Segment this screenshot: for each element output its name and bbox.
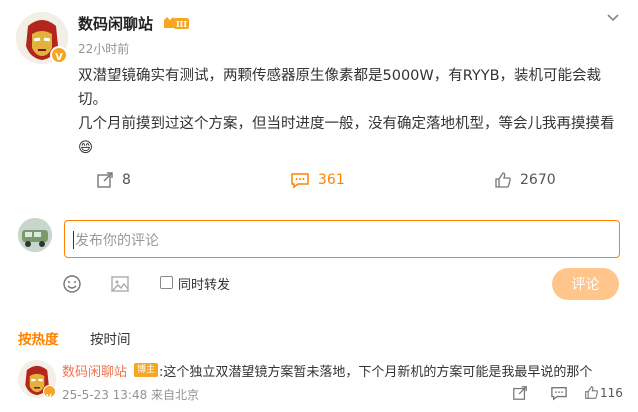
comment-input[interactable]: 发布你的评论 <box>64 220 620 258</box>
emoji-icon[interactable] <box>62 274 82 298</box>
verified-icon: V <box>50 46 68 64</box>
like-button[interactable]: 2670 <box>494 168 556 192</box>
post-paragraph-2-text: 几个月前摸到过这个方案，但当时进度一般，没有确定落地机型，等会儿我再摸摸看 <box>78 116 615 132</box>
repost-checkbox[interactable] <box>160 276 173 289</box>
repost-icon <box>96 171 114 189</box>
tab-sort-time[interactable]: 按时间 <box>90 328 131 348</box>
comment-placeholder: 发布你的评论 <box>75 233 159 249</box>
submit-comment-button[interactable]: 评论 <box>552 268 619 300</box>
like-icon <box>494 171 512 189</box>
emoji-icon-grin: 😄 <box>78 140 94 156</box>
author-name[interactable]: 数码闲聊站 <box>78 13 153 34</box>
comment-meta: 25-5-23 13:48 来自北京 <box>62 388 200 402</box>
share-icon[interactable] <box>512 385 528 405</box>
reply-icon[interactable] <box>550 385 568 405</box>
chevron-down-icon[interactable] <box>606 10 620 24</box>
comment-count: 361 <box>318 172 345 188</box>
comment-like-icon[interactable] <box>584 385 599 404</box>
level-badge-icon: III <box>162 15 190 31</box>
post-timestamp[interactable]: 22小时前 <box>78 40 129 57</box>
comment-like-count: 116 <box>600 386 623 400</box>
text-caret <box>73 231 74 249</box>
svg-text:V: V <box>55 52 63 63</box>
repost-checkbox-label[interactable]: 同时转发 <box>178 274 230 293</box>
comment-text: :这个独立双潜望镜方案暂未落地，下个月新机的方案可能是我最早说的那个 <box>159 365 593 380</box>
current-user-avatar[interactable] <box>18 218 52 252</box>
post-paragraph-1: 双潜望镜确实有测试，两颗传感器原生像素都是5000W，有RYYB，装机可能会裁切… <box>78 68 602 108</box>
comment-icon <box>290 171 310 189</box>
post-paragraph-2: 几个月前摸到过这个方案，但当时进度一般，没有确定落地机型，等会儿我再摸摸看 😄 <box>78 112 620 160</box>
image-icon[interactable] <box>110 274 130 298</box>
comment-verified-icon: V <box>43 385 56 401</box>
repost-button[interactable]: 8 <box>96 168 131 192</box>
blogger-badge: 博主 <box>134 363 159 377</box>
level-badge-text: III <box>176 19 187 29</box>
like-count: 2670 <box>520 172 556 188</box>
comment-button[interactable]: 361 <box>290 168 345 192</box>
tab-sort-hot[interactable]: 按热度 <box>18 328 59 348</box>
svg-text:V: V <box>46 393 52 401</box>
comment-author-name[interactable]: 数码闲聊站 <box>62 361 127 380</box>
repost-count: 8 <box>122 172 131 188</box>
post-body: 双潜望镜确实有测试，两颗传感器原生像素都是5000W，有RYYB，装机可能会裁切… <box>78 64 620 160</box>
